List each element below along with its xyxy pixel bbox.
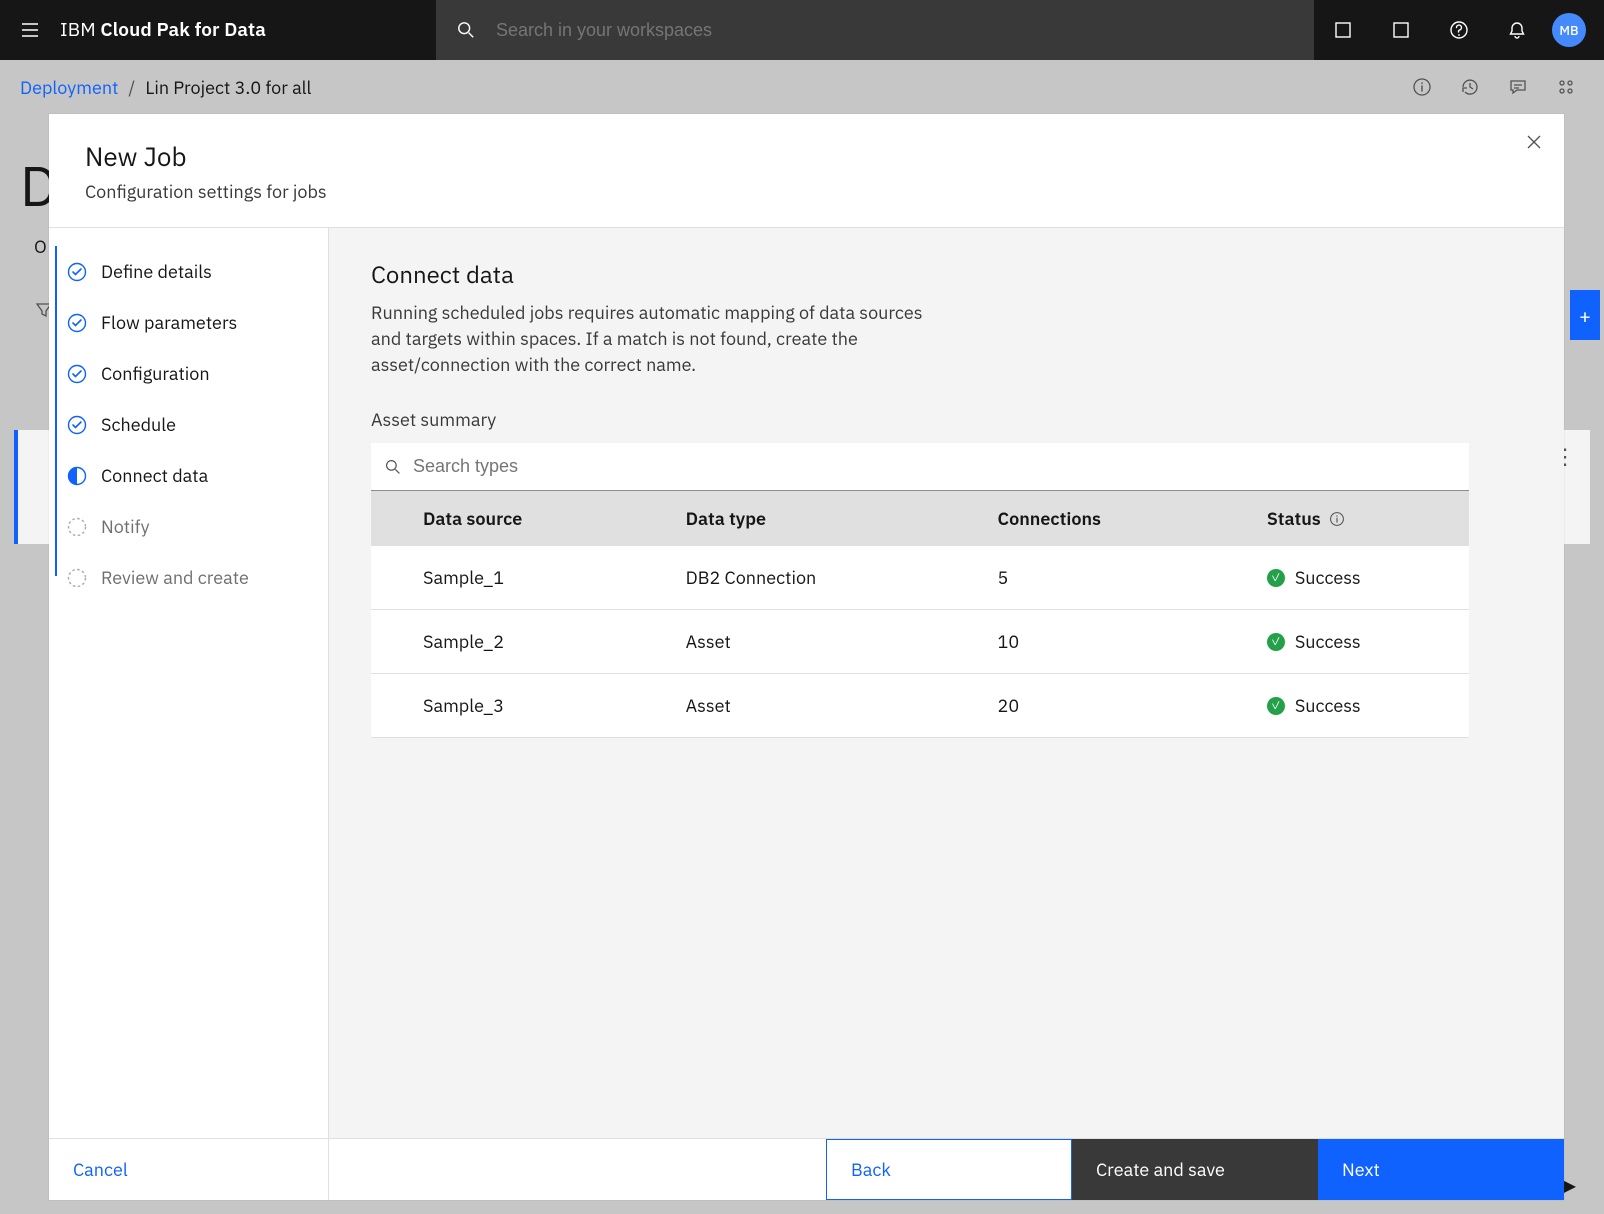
brand-label: IBM Cloud Pak for Data (60, 18, 306, 42)
cell-connections: 20 (946, 674, 1215, 738)
bg-tab-fragment: O (34, 235, 47, 258)
step-label: Review and create (101, 566, 249, 589)
connect-data-panel: Connect data Running scheduled jobs requ… (329, 228, 1564, 1138)
info-icon[interactable] (1412, 77, 1432, 97)
asset-rows: Sample_1DB2 Connection5✓SuccessSample_2A… (371, 546, 1469, 738)
global-search-input[interactable] (496, 0, 1314, 60)
breadcrumb-bar: Deployment / Lin Project 3.0 for all (0, 60, 1604, 114)
success-icon: ✓ (1267, 633, 1285, 651)
breadcrumb-separator: / (128, 76, 135, 99)
cell-source: Sample_2 (371, 610, 634, 674)
cell-connections: 5 (946, 546, 1215, 610)
wizard-step-schedule[interactable]: Schedule (49, 399, 328, 450)
wizard-steps: Define details Flow parameters Configurati… (49, 228, 329, 1138)
global-search[interactable] (436, 0, 1314, 60)
menu-icon[interactable] (0, 0, 60, 60)
cancel-button[interactable]: Cancel (49, 1139, 329, 1200)
table-row[interactable]: Sample_1DB2 Connection5✓Success (371, 546, 1469, 610)
panel-title: Connect data (371, 258, 1522, 290)
search-icon (385, 459, 401, 475)
asset-summary-label: Asset summary (371, 408, 1522, 431)
info-icon[interactable] (1329, 511, 1345, 527)
comments-icon[interactable] (1508, 77, 1528, 97)
step-label: Connect data (101, 464, 208, 487)
col-connections: Connections (946, 491, 1215, 546)
wizard-step-define-details[interactable]: Define details (49, 246, 328, 297)
asset-summary-table: Data source Data type Connections Status (371, 491, 1469, 738)
step-label: Notify (101, 515, 150, 538)
cell-status: ✓Success (1215, 610, 1469, 674)
add-button[interactable]: + (1570, 290, 1600, 340)
topbar-right: MB (1314, 0, 1604, 60)
wizard-step-flow-parameters[interactable]: Flow parameters (49, 297, 328, 348)
footer-spacer (329, 1139, 826, 1200)
table-search[interactable] (371, 443, 1469, 491)
table-search-input[interactable] (413, 456, 1455, 477)
page-action-icons (1412, 77, 1584, 97)
step-label: Schedule (101, 413, 176, 436)
table-row[interactable]: Sample_3Asset20✓Success (371, 674, 1469, 738)
cell-type: Asset (634, 674, 946, 738)
modal-footer: Cancel Back Create and save Next (49, 1138, 1564, 1200)
close-icon[interactable] (1520, 128, 1548, 156)
modal-body: Define details Flow parameters Configurati… (49, 228, 1564, 1138)
new-job-modal: New Job Configuration settings for jobs … (49, 114, 1564, 1200)
user-avatar[interactable]: MB (1552, 13, 1586, 47)
notifications-icon[interactable] (1488, 0, 1546, 60)
wizard-step-notify[interactable]: Notify (49, 501, 328, 552)
modal-subtitle: Configuration settings for jobs (85, 180, 1528, 203)
col-data-source: Data source (371, 491, 634, 546)
wizard-step-connect-data[interactable]: Connect data (49, 450, 328, 501)
manage-icon[interactable] (1556, 77, 1576, 97)
breadcrumb-link[interactable]: Deployment (20, 76, 118, 99)
wizard-step-review-and-create[interactable]: Review and create (49, 552, 328, 603)
modal-header: New Job Configuration settings for jobs (49, 114, 1564, 228)
back-button[interactable]: Back (826, 1139, 1072, 1200)
table-row[interactable]: Sample_2Asset10✓Success (371, 610, 1469, 674)
create-and-save-button[interactable]: Create and save (1072, 1139, 1318, 1200)
step-label: Configuration (101, 362, 210, 385)
col-status: Status (1215, 491, 1469, 546)
cell-status: ✓Success (1215, 674, 1469, 738)
step-label: Flow parameters (101, 311, 237, 334)
cell-connections: 10 (946, 610, 1215, 674)
cell-status: ✓Success (1215, 546, 1469, 610)
modal-title: New Job (85, 140, 1528, 174)
cell-type: DB2 Connection (634, 546, 946, 610)
success-icon: ✓ (1267, 569, 1285, 587)
panel-description: Running scheduled jobs requires automati… (371, 300, 951, 378)
panel1-icon[interactable] (1314, 0, 1372, 60)
breadcrumb-current: Lin Project 3.0 for all (145, 76, 311, 99)
panel2-icon[interactable] (1372, 0, 1430, 60)
wizard-step-configuration[interactable]: Configuration (49, 348, 328, 399)
top-bar: IBM Cloud Pak for Data MB (0, 0, 1604, 60)
step-label: Define details (101, 260, 212, 283)
next-button[interactable]: Next (1318, 1139, 1564, 1200)
cell-source: Sample_1 (371, 546, 634, 610)
col-data-type: Data type (634, 491, 946, 546)
cell-source: Sample_3 (371, 674, 634, 738)
success-icon: ✓ (1267, 697, 1285, 715)
pager-next-icon[interactable]: ▶ (1564, 1176, 1576, 1196)
cell-type: Asset (634, 610, 946, 674)
help-icon[interactable] (1430, 0, 1488, 60)
history-icon[interactable] (1460, 77, 1480, 97)
search-icon (436, 21, 496, 39)
